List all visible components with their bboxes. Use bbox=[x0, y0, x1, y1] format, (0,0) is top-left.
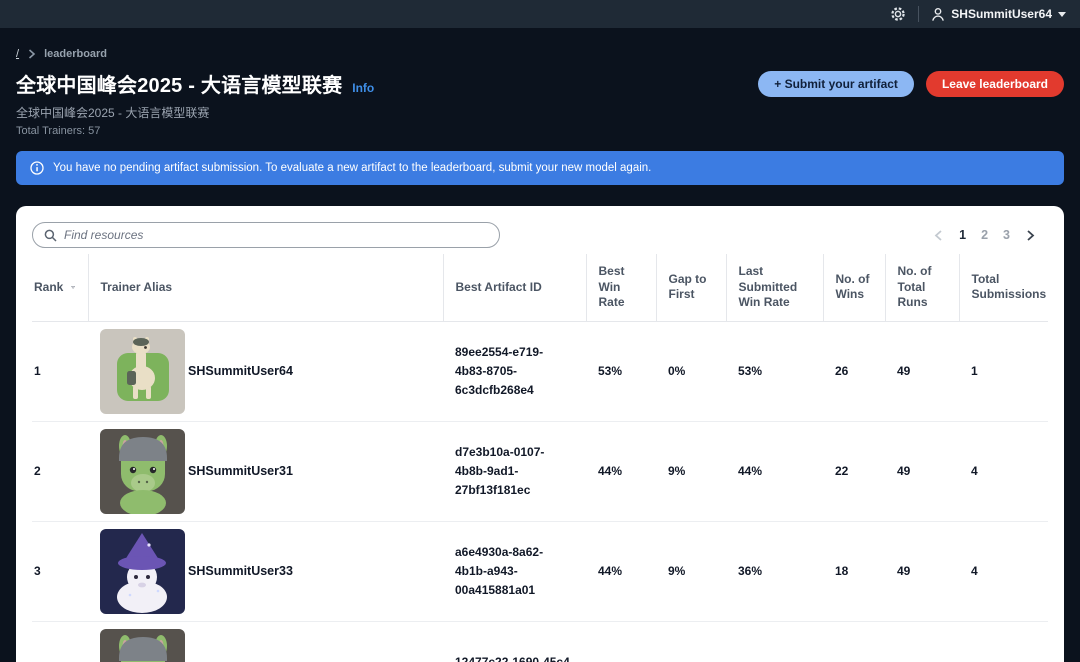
submit-artifact-button[interactable]: + Submit your artifact bbox=[758, 71, 914, 97]
column-header-best-win-rate: Best Win Rate bbox=[586, 254, 656, 321]
page-number-2[interactable]: 2 bbox=[981, 228, 988, 242]
page-number-1[interactable]: 1 bbox=[959, 228, 966, 242]
gear-icon[interactable] bbox=[890, 6, 906, 22]
column-header-label: Best Win Rate bbox=[599, 264, 625, 309]
topbar-divider bbox=[918, 6, 919, 22]
info-banner: You have no pending artifact submission.… bbox=[16, 151, 1064, 185]
search-input[interactable] bbox=[64, 228, 488, 242]
trainer-alias: SHSummitUser33 bbox=[188, 562, 293, 581]
last-submitted-win-rate-cell: 42% bbox=[726, 621, 823, 662]
topbar: SHSummitUser64 bbox=[0, 0, 1080, 28]
column-header-label: No. of Wins bbox=[836, 272, 870, 302]
trainer-avatar bbox=[100, 429, 185, 514]
column-header-label: Trainer Alias bbox=[101, 280, 173, 294]
caret-down-icon bbox=[1058, 12, 1066, 17]
gap-to-first-cell: 9% bbox=[656, 521, 726, 621]
breadcrumb-page: leaderboard bbox=[44, 48, 107, 60]
column-header-no-of-wins: No. of Wins bbox=[823, 254, 885, 321]
total-submissions-cell: 1 bbox=[959, 321, 1048, 421]
total-runs-cell: 49 bbox=[885, 621, 959, 662]
artifact-id-cell: a6e4930a-8a62-4b1b-a943-00a415881a01 bbox=[443, 521, 586, 621]
rank-cell: 3 bbox=[32, 521, 88, 621]
leave-leaderboard-button[interactable]: Leave leaderboard bbox=[926, 71, 1064, 97]
column-header-best-artifact-id: Best Artifact ID bbox=[443, 254, 586, 321]
person-icon bbox=[931, 7, 945, 22]
best-win-rate-cell: 44% bbox=[586, 421, 656, 521]
wins-cell: 26 bbox=[823, 321, 885, 421]
rank-cell: 2 bbox=[32, 421, 88, 521]
total-submissions-cell: 3 bbox=[959, 621, 1048, 662]
gap-to-first-cell: 11% bbox=[656, 621, 726, 662]
total-submissions-cell: 4 bbox=[959, 521, 1048, 621]
gap-to-first-cell: 0% bbox=[656, 321, 726, 421]
table-row: 2 SHSummitUser31 d7e3b10a-0107-4b8b-9ad1… bbox=[32, 421, 1048, 521]
last-submitted-win-rate-cell: 36% bbox=[726, 521, 823, 621]
column-header-label: Best Artifact ID bbox=[456, 280, 542, 294]
info-circle-icon bbox=[30, 161, 44, 175]
trainer-alias: SHSummitUser64 bbox=[188, 362, 293, 381]
column-header-label: Rank bbox=[34, 280, 63, 296]
leaderboard-card: 123 RankTrainer AliasBest Artifact IDBes… bbox=[16, 206, 1064, 662]
breadcrumb-root-link[interactable]: / bbox=[16, 48, 19, 60]
table-row: 4 SHSummitUser45 12477c22-1690-45c4-b106… bbox=[32, 621, 1048, 662]
column-header-last-submitted-win-rate: Last Submitted Win Rate bbox=[726, 254, 823, 321]
leaderboard-table: Rank Trainer Alias Best Artifact ID Best Wi… bbox=[32, 254, 1048, 662]
artifact-id-cell: d7e3b10a-0107-4b8b-9ad1-27bf13f181ec bbox=[443, 421, 586, 521]
wins-cell: 21 bbox=[823, 621, 885, 662]
artifact-id-cell: 89ee2554-e719-4b83-8705-6c3dcfb268e4 bbox=[443, 321, 586, 421]
table-row: 1 SHSummitUser64 89ee2554-e719-4b83-8705… bbox=[32, 321, 1048, 421]
column-header-label: No. of Total Runs bbox=[898, 264, 932, 309]
column-header-total-submissions: Total Submissions bbox=[959, 254, 1048, 321]
page-number-3[interactable]: 3 bbox=[1003, 228, 1010, 242]
column-header-label: Gap to First bbox=[669, 272, 707, 302]
rank-cell: 1 bbox=[32, 321, 88, 421]
column-header-no-of-total-runs: No. of Total Runs bbox=[885, 254, 959, 321]
column-header-label: Last Submitted Win Rate bbox=[739, 264, 798, 309]
banner-text: You have no pending artifact submission.… bbox=[53, 162, 651, 174]
page-title: 全球中国峰会2025 - 大语言模型联赛 bbox=[16, 69, 342, 98]
info-link[interactable]: Info bbox=[352, 81, 374, 95]
search-icon bbox=[44, 229, 57, 242]
trainer-avatar bbox=[100, 529, 185, 614]
total-runs-cell: 49 bbox=[885, 421, 959, 521]
breadcrumb: / leaderboard bbox=[16, 48, 1064, 60]
leaderboard-subtitle: 全球中国峰会2025 - 大语言模型联赛 bbox=[16, 104, 1064, 121]
pagination: 1 2 3 bbox=[933, 228, 1036, 242]
total-runs-cell: 49 bbox=[885, 321, 959, 421]
search-box[interactable] bbox=[32, 222, 500, 248]
best-win-rate-cell: 42% bbox=[586, 621, 656, 662]
table-row: 3 SHSummitUser33 a6e4930a-8a62-4b1b-a943… bbox=[32, 521, 1048, 621]
trainer-avatar bbox=[100, 329, 185, 414]
trainer-cell: SHSummitUser31 bbox=[88, 421, 443, 521]
trainer-cell: SHSummitUser33 bbox=[88, 521, 443, 621]
column-header-gap-to-first: Gap to First bbox=[656, 254, 726, 321]
best-win-rate-cell: 44% bbox=[586, 521, 656, 621]
total-runs-cell: 49 bbox=[885, 521, 959, 621]
artifact-id-cell: 12477c22-1690-45c4-b106-b7f1452e1e3d bbox=[443, 621, 586, 662]
total-submissions-cell: 4 bbox=[959, 421, 1048, 521]
sort-triangle-icon[interactable] bbox=[71, 283, 75, 292]
chevron-right-icon[interactable] bbox=[1025, 229, 1036, 242]
trainer-alias: SHSummitUser31 bbox=[188, 462, 293, 481]
last-submitted-win-rate-cell: 44% bbox=[726, 421, 823, 521]
wins-cell: 18 bbox=[823, 521, 885, 621]
column-header-rank[interactable]: Rank bbox=[32, 254, 88, 321]
gap-to-first-cell: 9% bbox=[656, 421, 726, 521]
chevron-right-icon bbox=[27, 49, 36, 59]
chevron-left-icon[interactable] bbox=[933, 229, 944, 242]
username: SHSummitUser64 bbox=[951, 7, 1052, 21]
trainer-cell: SHSummitUser45 bbox=[88, 621, 443, 662]
rank-cell: 4 bbox=[32, 621, 88, 662]
trainer-cell: SHSummitUser64 bbox=[88, 321, 443, 421]
total-trainers: Total Trainers: 57 bbox=[16, 125, 1064, 137]
trainer-avatar bbox=[100, 629, 185, 662]
last-submitted-win-rate-cell: 53% bbox=[726, 321, 823, 421]
column-header-trainer-alias: Trainer Alias bbox=[88, 254, 443, 321]
best-win-rate-cell: 53% bbox=[586, 321, 656, 421]
wins-cell: 22 bbox=[823, 421, 885, 521]
column-header-label: Total Submissions bbox=[972, 272, 1047, 302]
user-menu[interactable]: SHSummitUser64 bbox=[931, 7, 1066, 22]
